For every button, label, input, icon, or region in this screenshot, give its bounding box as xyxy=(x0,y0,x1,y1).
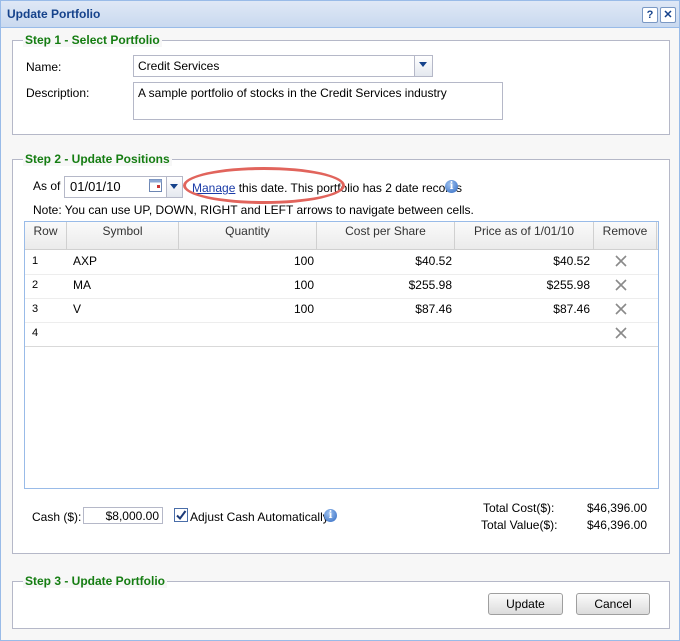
window-title: Update Portfolio xyxy=(7,7,101,21)
portfolio-name-value: Credit Services xyxy=(138,59,220,73)
name-label: Name: xyxy=(26,60,62,74)
adjust-cash-label: Adjust Cash Automatically xyxy=(190,510,329,524)
symbol-cell[interactable]: AXP xyxy=(73,250,97,274)
col-quantity[interactable]: Quantity xyxy=(179,222,317,249)
table-row[interactable]: 1 AXP 100 $40.52 $40.52 xyxy=(25,250,658,275)
col-symbol[interactable]: Symbol xyxy=(67,222,179,249)
close-icon[interactable]: ✕ xyxy=(660,7,676,23)
step3-legend: Step 3 - Update Portfolio xyxy=(23,574,168,588)
step3-fieldset: Step 3 - Update Portfolio xyxy=(12,574,670,629)
col-cost-per-share[interactable]: Cost per Share xyxy=(317,222,455,249)
cash-input[interactable]: $8,000.00 xyxy=(83,507,163,524)
row-number: 4 xyxy=(32,327,39,339)
info-icon[interactable]: i xyxy=(324,509,337,522)
adjust-cash-checkbox[interactable] xyxy=(174,508,188,522)
date-value: 01/01/10 xyxy=(70,179,121,194)
grid-header: Row Symbol Quantity Cost per Share Price… xyxy=(25,222,658,250)
total-cost-value: $46,396.00 xyxy=(586,501,647,515)
help-icon[interactable]: ? xyxy=(642,7,658,23)
portfolio-name-combo[interactable]: Credit Services xyxy=(133,55,433,77)
total-value-label: Total Value($): xyxy=(481,518,558,532)
quantity-cell[interactable]: 100 xyxy=(179,274,314,298)
remove-icon[interactable] xyxy=(615,327,627,339)
step1-fieldset: Step 1 - Select Portfolio Name: Credit S… xyxy=(12,33,670,135)
cost-cell[interactable] xyxy=(317,322,452,346)
remove-icon[interactable] xyxy=(615,279,627,291)
cost-cell[interactable]: $255.98 xyxy=(317,274,452,298)
symbol-cell[interactable]: MA xyxy=(73,274,91,298)
date-dropdown-trigger[interactable] xyxy=(166,176,183,198)
quantity-cell[interactable]: 100 xyxy=(179,298,314,322)
symbol-cell[interactable]: V xyxy=(73,298,81,322)
col-remove[interactable]: Remove xyxy=(594,222,657,249)
col-row[interactable]: Row xyxy=(25,222,67,249)
remove-icon[interactable] xyxy=(615,255,627,267)
table-row[interactable]: 4 xyxy=(25,322,658,347)
as-of-label: As of xyxy=(33,179,61,193)
description-textarea[interactable]: A sample portfolio of stocks in the Cred… xyxy=(133,82,503,120)
remove-icon[interactable] xyxy=(615,303,627,315)
cost-cell[interactable]: $40.52 xyxy=(317,250,452,274)
cancel-button[interactable]: Cancel xyxy=(576,593,650,615)
description-label: Description: xyxy=(26,86,90,100)
chevron-down-icon xyxy=(419,62,427,67)
cash-label: Cash ($): xyxy=(32,510,82,524)
cost-cell[interactable]: $87.46 xyxy=(317,298,452,322)
title-bar: Update Portfolio ? ✕ xyxy=(1,1,679,28)
step2-legend: Step 2 - Update Positions xyxy=(23,152,172,166)
total-cost-label: Total Cost($): xyxy=(483,501,555,515)
price-cell xyxy=(455,322,590,346)
col-price[interactable]: Price as of 1/01/10 xyxy=(455,222,594,249)
navigation-note: Note: You can use UP, DOWN, RIGHT and LE… xyxy=(33,203,474,217)
update-button[interactable]: Update xyxy=(488,593,563,615)
info-icon[interactable]: i xyxy=(445,180,458,193)
chevron-down-icon xyxy=(170,184,178,189)
table-row[interactable]: 2 MA 100 $255.98 $255.98 xyxy=(25,274,658,299)
positions-grid: Row Symbol Quantity Cost per Share Price… xyxy=(24,221,659,489)
annotation-circle xyxy=(183,167,345,204)
total-value-value: $46,396.00 xyxy=(586,518,647,532)
update-portfolio-window: Update Portfolio ? ✕ Step 1 - Select Por… xyxy=(0,0,680,641)
price-cell: $40.52 xyxy=(553,254,590,268)
step1-legend: Step 1 - Select Portfolio xyxy=(23,33,162,47)
table-row[interactable]: 3 V 100 $87.46 $87.46 xyxy=(25,298,658,323)
quantity-cell[interactable]: 100 xyxy=(179,250,314,274)
quantity-cell[interactable] xyxy=(179,322,314,346)
name-dropdown-trigger[interactable] xyxy=(414,56,432,76)
price-cell: $87.46 xyxy=(553,302,590,316)
date-field[interactable]: 01/01/10 xyxy=(64,176,167,198)
calendar-icon[interactable] xyxy=(149,179,162,192)
price-cell: $255.98 xyxy=(546,278,590,292)
